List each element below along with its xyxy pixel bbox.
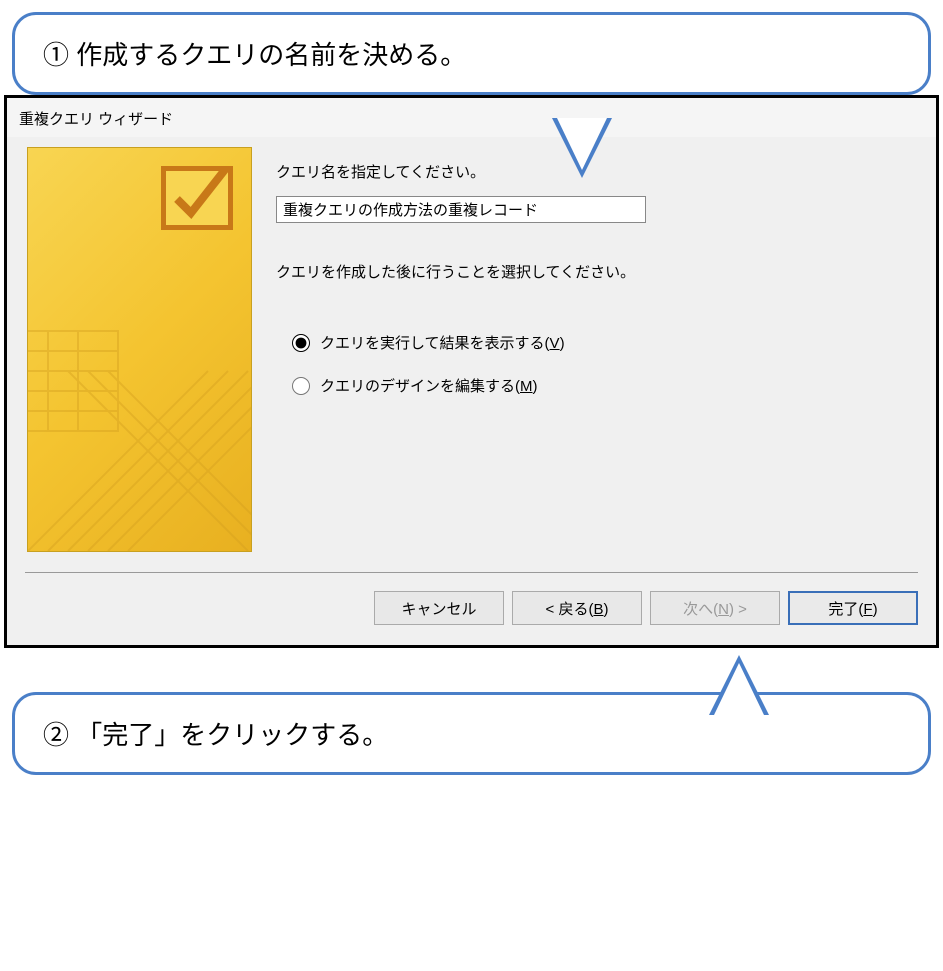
annotation-callout-bottom: ② 「完了」をクリックする。: [12, 692, 931, 775]
radio-option-modify[interactable]: クエリのデザインを編集する(M): [276, 375, 916, 396]
radio-option-view[interactable]: クエリを実行して結果を表示する(V): [276, 332, 916, 353]
checkmark-icon: [161, 166, 233, 230]
query-name-input[interactable]: [276, 196, 646, 223]
annotation-text: ① 作成するクエリの名前を決める。: [43, 40, 466, 70]
dialog-button-row: キャンセル < 戻る(B) 次へ(N) > 完了(F): [7, 573, 936, 645]
annotation-text: ② 「完了」をクリックする。: [43, 720, 388, 750]
callout-pointer-icon: [709, 655, 769, 715]
dialog-title: 重複クエリ ウィザード: [7, 98, 936, 137]
radio-modify-label[interactable]: クエリのデザインを編集する(M): [320, 375, 538, 396]
annotation-callout-top: ① 作成するクエリの名前を決める。: [12, 12, 931, 95]
cancel-button[interactable]: キャンセル: [374, 591, 504, 625]
finish-button[interactable]: 完了(F): [788, 591, 918, 625]
callout-pointer-icon: [552, 118, 612, 178]
next-button: 次へ(N) >: [650, 591, 780, 625]
dialog-body: クエリ名を指定してください。 クエリを作成した後に行うことを選択してください。 …: [7, 137, 936, 572]
wizard-decorative-image: [27, 147, 252, 552]
wizard-content: クエリ名を指定してください。 クエリを作成した後に行うことを選択してください。 …: [276, 147, 916, 552]
back-button[interactable]: < 戻る(B): [512, 591, 642, 625]
radio-view-label[interactable]: クエリを実行して結果を表示する(V): [320, 332, 565, 353]
radio-modify-input[interactable]: [292, 377, 310, 395]
radio-view-input[interactable]: [292, 334, 310, 352]
decorative-lines-icon: [28, 291, 252, 551]
after-create-label: クエリを作成した後に行うことを選択してください。: [276, 261, 916, 282]
dialog-window: 重複クエリ ウィザード クエリ名を指定: [4, 95, 939, 648]
